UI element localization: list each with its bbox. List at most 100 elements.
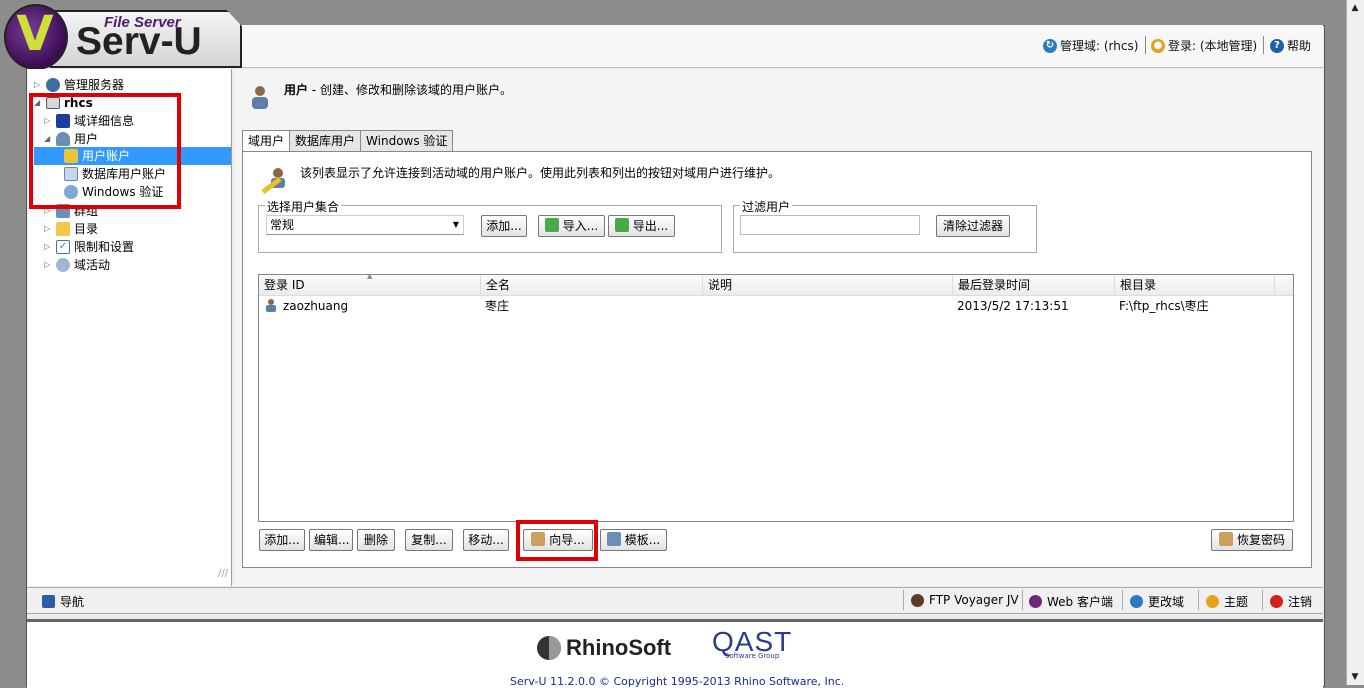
domain-link[interactable]: ↻ 管理域: (rhcs) xyxy=(1043,37,1138,54)
logout-label: 注销 xyxy=(1288,595,1313,609)
column-label: 最后登录时间 xyxy=(958,278,1031,292)
tree-item-domain-activity[interactable]: ▷ 域活动 xyxy=(44,256,110,274)
recover-label: 恢复密码 xyxy=(1236,533,1285,547)
import-label: 导入... xyxy=(562,219,599,233)
key-icon xyxy=(1218,532,1233,546)
change-domain-icon xyxy=(1130,595,1143,608)
recover-password-button[interactable]: 恢复密码 xyxy=(1211,529,1293,551)
domain-globe-icon: ↻ xyxy=(1043,38,1057,53)
header-divider xyxy=(1263,36,1264,54)
theme-icon xyxy=(1206,595,1219,608)
scroll-down-icon[interactable]: ▼ xyxy=(1349,671,1361,683)
web-client-icon xyxy=(1029,595,1042,608)
tab-bar: 域用户 数据库用户 Windows 验证 xyxy=(242,130,454,152)
template-button[interactable]: 模板... xyxy=(600,529,667,551)
tree-item-limits[interactable]: ▷ ✓ 限制和设置 xyxy=(44,238,134,256)
users-icon xyxy=(248,84,272,110)
expand-arrow-icon[interactable]: ▷ xyxy=(44,220,52,238)
column-label: 全名 xyxy=(486,278,511,292)
expand-arrow-icon[interactable]: ▷ xyxy=(34,76,42,94)
power-icon xyxy=(1270,595,1283,608)
status-bar xyxy=(27,587,1323,614)
page-title: 用户 - 创建、修改和删除该域的用户账户。 xyxy=(284,81,512,98)
status-divider xyxy=(1122,590,1123,610)
import-icon xyxy=(544,218,559,232)
add-user-button[interactable]: 添加... xyxy=(259,529,305,551)
theme-label: 主题 xyxy=(1224,595,1249,609)
tree-item-label: 目录 xyxy=(74,222,99,236)
tree-item-manage-server[interactable]: ▷ 管理服务器 xyxy=(34,76,124,94)
change-domain-link[interactable]: 更改域 xyxy=(1130,593,1184,610)
tab-domain-users[interactable]: 域用户 xyxy=(242,130,291,152)
status-divider xyxy=(903,590,904,610)
template-label: 模板... xyxy=(624,533,661,547)
chevron-down-icon: ▼ xyxy=(452,220,459,229)
status-divider xyxy=(1022,590,1023,610)
logout-link[interactable]: 注销 xyxy=(1270,593,1312,610)
rhinosoft-logo[interactable]: RhinoSoft xyxy=(536,634,671,662)
serv-u-logo: V File Server Serv-U xyxy=(0,0,242,70)
copy-user-button[interactable]: 复制... xyxy=(405,529,453,551)
add-collection-button[interactable]: 添加... xyxy=(481,215,527,237)
expand-arrow-icon[interactable]: ▷ xyxy=(44,238,52,256)
edit-user-button[interactable]: 编辑... xyxy=(309,529,353,551)
theme-link[interactable]: 主题 xyxy=(1206,593,1248,610)
help-label: 帮助 xyxy=(1287,39,1312,53)
navigation-icon xyxy=(42,595,55,608)
cell-last-login: 2013/5/2 17:13:51 xyxy=(957,299,1069,313)
export-button[interactable]: 导出... xyxy=(608,215,675,237)
highlight-box xyxy=(516,520,598,561)
login-link[interactable]: ● 登录: (本地管理) xyxy=(1151,37,1257,54)
column-label: 根目录 xyxy=(1120,278,1157,292)
change-domain-label: 更改域 xyxy=(1148,595,1185,609)
column-full-name[interactable]: 全名 xyxy=(481,275,703,295)
nav-label: 导航 xyxy=(60,595,85,609)
server-icon xyxy=(46,78,60,92)
tree-item-label: 域活动 xyxy=(74,258,111,272)
page-title-bold: 用户 xyxy=(284,83,309,97)
column-root-dir[interactable]: 根目录 xyxy=(1115,275,1275,295)
page-title-desc: - 创建、修改和删除该域的用户账户。 xyxy=(308,83,512,97)
delete-user-button[interactable]: 删除 xyxy=(357,529,395,551)
page-scrollbar[interactable] xyxy=(1346,0,1364,685)
import-button[interactable]: 导入... xyxy=(538,215,605,237)
tab-database-users[interactable]: 数据库用户 xyxy=(289,130,362,151)
column-description[interactable]: 说明 xyxy=(703,275,953,295)
nav-toggle[interactable]: 导航 xyxy=(42,593,84,610)
clear-filter-button[interactable]: 清除过滤器 xyxy=(936,215,1010,237)
login-label: 登录: (本地管理) xyxy=(1168,39,1258,53)
tree-item-directories[interactable]: ▷ 目录 xyxy=(44,220,98,238)
qast-logo[interactable]: QAST Software Group xyxy=(712,628,792,661)
ftp-voyager-icon xyxy=(911,593,924,607)
tree-item-label: 限制和设置 xyxy=(74,240,135,254)
panel-description: 该列表显示了允许连接到活动域的用户账户。使用此列表和列出的按钮对域用户进行维护。 xyxy=(300,166,781,180)
header-divider xyxy=(1145,36,1146,54)
logo-title: Serv-U xyxy=(76,20,202,63)
cell-login-id: zaozhuang xyxy=(283,299,349,313)
copyright-text[interactable]: Serv-U 11.2.0.0 © Copyright 1995-2013 Rh… xyxy=(510,675,844,688)
table-header: 登录 ID ▲ 全名 说明 最后登录时间 根目录 xyxy=(259,272,1293,296)
move-user-button[interactable]: 移动... xyxy=(463,529,509,551)
table-row[interactable]: zaozhuang 枣庄 2013/5/2 17:13:51 F:\ftp_rh… xyxy=(259,296,1293,316)
ftp-voyager-label: FTP Voyager JV xyxy=(929,593,1019,607)
folder-icon xyxy=(56,222,70,236)
ftp-voyager-link[interactable]: FTP Voyager JV xyxy=(911,593,1019,607)
filter-input[interactable] xyxy=(740,215,920,235)
collection-value: 常规 xyxy=(270,218,295,232)
column-last-login[interactable]: 最后登录时间 xyxy=(953,275,1115,295)
scroll-up-icon[interactable]: ▲ xyxy=(1349,2,1361,14)
help-link[interactable]: ? 帮助 xyxy=(1270,37,1311,54)
edit-user-icon xyxy=(260,165,290,195)
row-user-icon xyxy=(265,296,277,316)
cell-root-dir: F:\ftp_rhcs\枣庄 xyxy=(1119,299,1209,313)
status-divider xyxy=(1198,590,1199,610)
template-icon xyxy=(606,532,621,546)
column-label: 登录 ID xyxy=(264,278,305,292)
resize-grip-icon[interactable]: /// xyxy=(218,568,228,579)
sort-ascending-icon: ▲ xyxy=(367,272,373,280)
web-client-link[interactable]: Web 客户端 xyxy=(1029,593,1113,610)
expand-arrow-icon[interactable]: ▷ xyxy=(44,256,52,274)
collection-select[interactable]: 常规 ▼ xyxy=(266,215,464,235)
rhinosoft-text: RhinoSoft xyxy=(566,635,672,660)
tab-windows-auth[interactable]: Windows 验证 xyxy=(360,130,454,151)
